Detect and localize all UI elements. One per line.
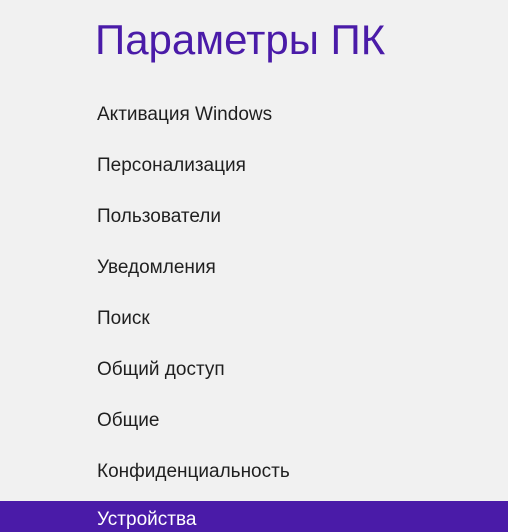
nav-item-sharing[interactable]: Общий доступ: [0, 344, 508, 395]
nav-item-personalization[interactable]: Персонализация: [0, 140, 508, 191]
page-title: Параметры ПК: [95, 16, 386, 63]
nav-item-privacy[interactable]: Конфиденциальность: [0, 446, 508, 497]
nav-item-windows-activation[interactable]: Активация Windows: [0, 89, 508, 140]
nav-item-notifications[interactable]: Уведомления: [0, 242, 508, 293]
pc-settings-panel: Параметры ПК Активация Windows Персонали…: [0, 0, 508, 532]
nav-item-users[interactable]: Пользователи: [0, 191, 508, 242]
settings-nav-list: Активация Windows Персонализация Пользов…: [0, 89, 508, 532]
nav-item-devices[interactable]: Устройства: [0, 501, 508, 532]
nav-item-search[interactable]: Поиск: [0, 293, 508, 344]
nav-item-general[interactable]: Общие: [0, 395, 508, 446]
